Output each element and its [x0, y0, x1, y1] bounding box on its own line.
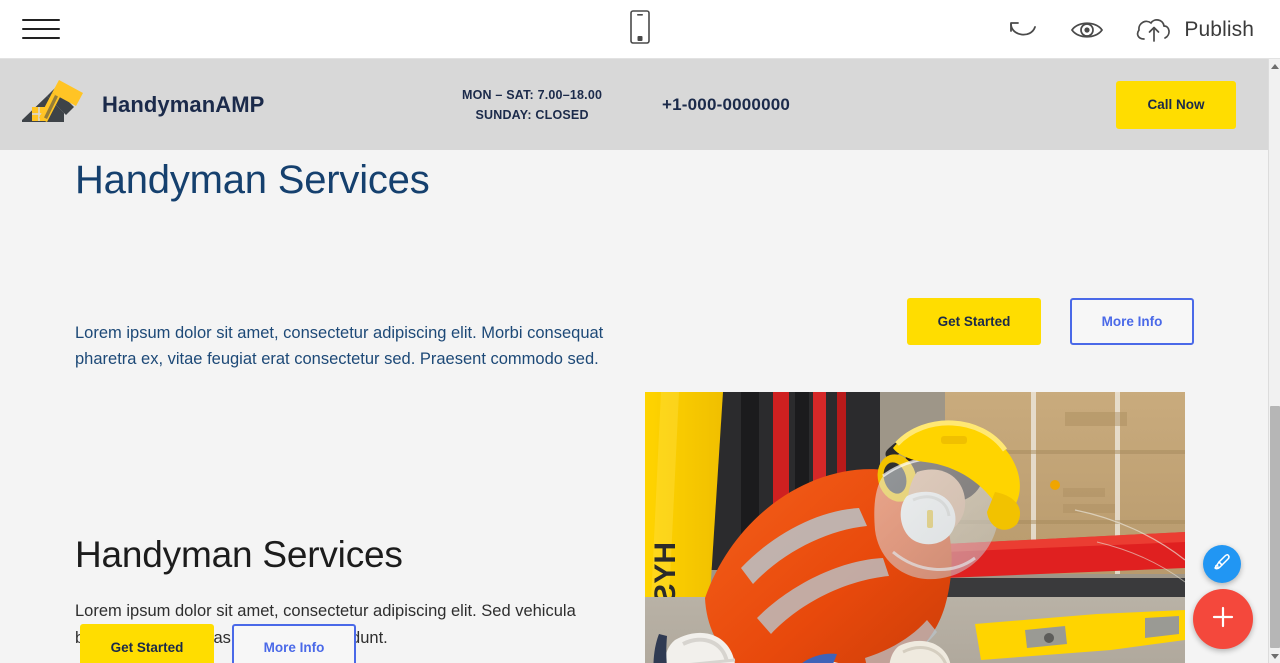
publish-button[interactable]: Publish — [1133, 15, 1254, 45]
hamburger-bar — [22, 19, 60, 21]
add-block-fab-button[interactable] — [1193, 589, 1253, 649]
site-brand[interactable]: HandymanAMP — [14, 76, 264, 134]
call-now-button[interactable]: Call Now — [1116, 80, 1236, 129]
section2-title: Handyman Services — [75, 534, 403, 575]
vertical-scrollbar[interactable] — [1268, 59, 1280, 663]
hero-description: Lorem ipsum dolor sit amet, consectetur … — [75, 324, 604, 369]
opening-hours: MON – SAT: 7.00–18.00 SUNDAY: CLOSED — [462, 85, 602, 125]
hero-button-group: Get Started More Info — [907, 298, 1194, 345]
site-header: HandymanAMP MON – SAT: 7.00–18.00 SUNDAY… — [0, 59, 1268, 150]
phone-number[interactable]: +1-000-0000000 — [662, 95, 790, 115]
paintbrush-icon — [1211, 551, 1233, 578]
section2-get-started-button[interactable]: Get Started — [80, 624, 214, 663]
scrollbar-thumb[interactable] — [1270, 406, 1280, 648]
hero-more-info-button[interactable]: More Info — [1070, 298, 1194, 345]
toolbar-right-group: Publish — [1007, 0, 1254, 59]
scroll-up-arrow-icon[interactable] — [1269, 59, 1280, 73]
house-paint-roller-logo — [14, 76, 92, 134]
cloud-upload-icon — [1133, 15, 1175, 45]
hours-weekday: MON – SAT: 7.00–18.00 — [462, 87, 603, 102]
hours-sunday: SUNDAY: CLOSED — [475, 107, 589, 122]
preview-canvas: HandymanAMP MON – SAT: 7.00–18.00 SUNDAY… — [0, 59, 1268, 663]
brand-name: HandymanAMP — [102, 91, 265, 117]
section2-button-group: Get Started More Info — [80, 624, 356, 663]
hamburger-bar — [22, 28, 60, 30]
eye-preview-icon[interactable] — [1068, 17, 1106, 43]
hero-title: Handyman Services — [75, 158, 430, 202]
mobile-device-icon[interactable] — [630, 10, 650, 49]
publish-label: Publish — [1184, 17, 1254, 41]
handyman-photo: HYSTER — [645, 392, 1185, 663]
editor-toolbar: Publish — [0, 0, 1280, 59]
style-fab-button[interactable] — [1203, 545, 1241, 583]
section2-more-info-button[interactable]: More Info — [232, 624, 356, 663]
hamburger-menu-icon[interactable] — [22, 14, 60, 44]
hero-section: Handyman Services Lorem ipsum dolor sit … — [0, 150, 1268, 663]
hero-get-started-button[interactable]: Get Started — [907, 298, 1041, 345]
scroll-down-arrow-icon[interactable] — [1269, 649, 1280, 663]
hamburger-bar — [22, 37, 60, 39]
undo-arrow-icon[interactable] — [1007, 17, 1041, 43]
plus-icon — [1208, 602, 1238, 637]
